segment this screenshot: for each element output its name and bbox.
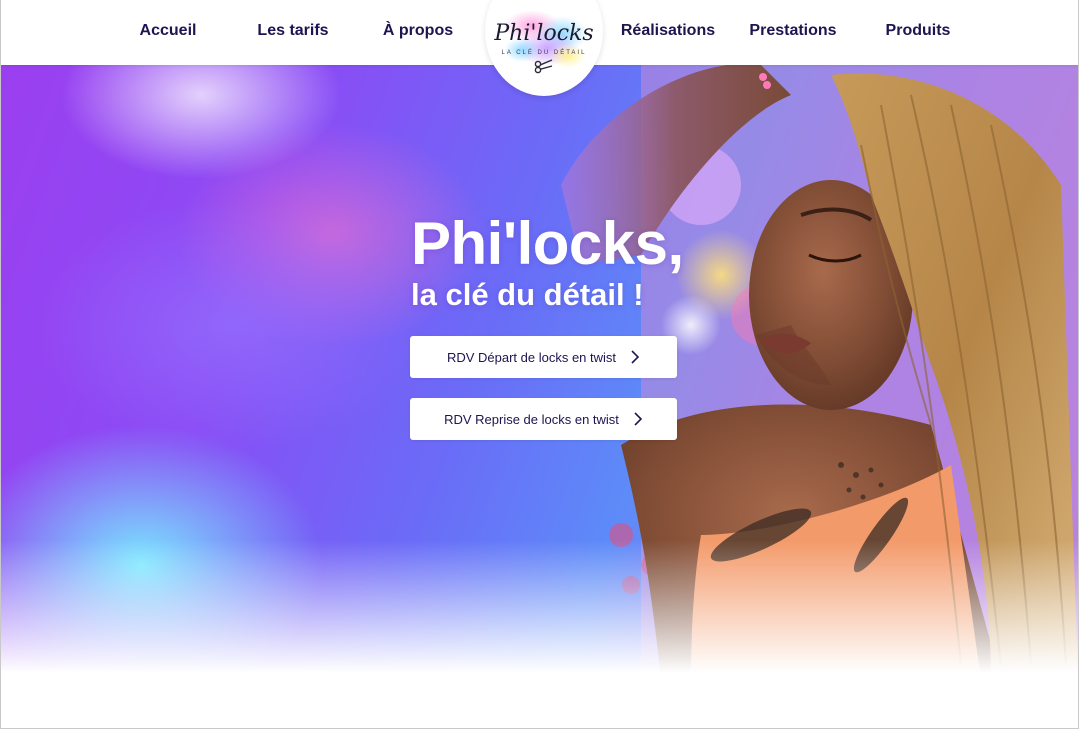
nav-item-produits[interactable]: Produits bbox=[886, 22, 951, 40]
book-start-locks-label: RDV Départ de locks en twist bbox=[446, 349, 617, 365]
chevron-right-icon bbox=[631, 350, 640, 364]
philocks-logo: Phi'locks LA CLÉ DU DÉTAIL bbox=[493, 10, 594, 74]
logo-tagline: LA CLÉ DU DÉTAIL bbox=[502, 49, 587, 56]
hero-bottom-fade bbox=[1, 540, 1078, 680]
chevron-right-icon bbox=[634, 412, 643, 426]
hero-title: Phi'locks, bbox=[411, 210, 684, 277]
nav-item-prestations[interactable]: Prestations bbox=[749, 22, 836, 40]
book-start-locks-button[interactable]: RDV Départ de locks en twist bbox=[410, 336, 677, 378]
nav-item-tarifs[interactable]: Les tarifs bbox=[257, 22, 328, 40]
hero-subtitle: la clé du détail ! bbox=[411, 277, 644, 312]
book-resume-locks-label: RDV Reprise de locks en twist bbox=[444, 411, 619, 427]
nav-item-realisations[interactable]: Réalisations bbox=[621, 22, 715, 40]
hero-section: Phi'locks, la clé du détail ! RDV Départ… bbox=[1, 65, 1078, 680]
page-continuation bbox=[1, 680, 1078, 728]
book-resume-locks-button[interactable]: RDV Reprise de locks en twist bbox=[410, 398, 677, 440]
nav-item-accueil[interactable]: Accueil bbox=[140, 22, 197, 40]
page: Phi'locks, la clé du détail ! RDV Départ… bbox=[0, 0, 1079, 729]
logo-wordmark: Phi'locks bbox=[493, 21, 593, 46]
nav-item-a-propos[interactable]: À propos bbox=[383, 22, 453, 40]
